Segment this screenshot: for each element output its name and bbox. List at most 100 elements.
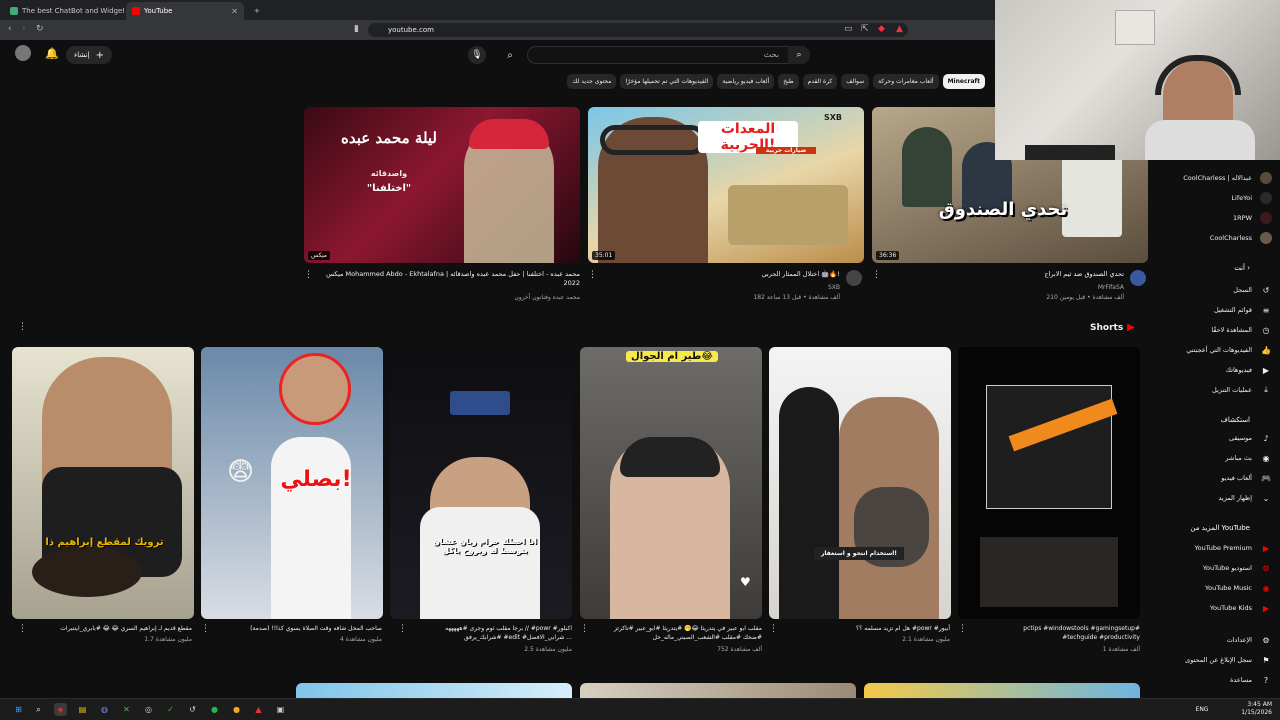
reload-icon[interactable]: ↻	[36, 24, 44, 34]
channel-avatar[interactable]	[1130, 270, 1146, 286]
sidebar-subscription[interactable]: 1RPW	[1233, 212, 1272, 224]
language-indicator[interactable]: ENG	[1190, 703, 1214, 716]
browser-app-icon[interactable]: ◈	[54, 703, 67, 716]
sidebar-item-gaming[interactable]: ألعاب فيديو 🎮	[1221, 472, 1272, 484]
sidebar-item-live[interactable]: بث مباشر ◉	[1225, 452, 1272, 464]
chip-chats[interactable]: سوالف	[841, 74, 870, 89]
short-title[interactable]: برجا مقلب ثوم وجرى #هههههه // #powr #اكب…	[422, 624, 572, 642]
search-icon[interactable]: ⌕	[32, 703, 45, 716]
video-channel[interactable]: SXB	[600, 283, 840, 292]
more-options-icon[interactable]: ⋮	[304, 270, 313, 280]
sidebar-subscription[interactable]: LifeYoi	[1231, 192, 1272, 204]
sidebar-item-your-videos[interactable]: فيديوهاتك ▶	[1226, 364, 1272, 376]
chip-sports-games[interactable]: ألعاب فيديو رياضية	[717, 74, 775, 89]
chip-cooking[interactable]: طبخ	[778, 74, 799, 89]
create-button[interactable]: إنشاء +	[66, 46, 112, 64]
cast-icon[interactable]: ▭	[844, 24, 853, 34]
sidebar-item-playlists[interactable]: قوائم التشغيل ≡	[1214, 304, 1272, 316]
obs-icon[interactable]: ◎	[142, 703, 155, 716]
short-title[interactable]: هل ام تزيد مسلمه ؟؟ #powr #أبيور	[800, 624, 950, 633]
app-icon[interactable]: ●	[230, 703, 243, 716]
sidebar-item-premium[interactable]: YouTube Premium ▶	[1195, 542, 1272, 554]
new-tab-button[interactable]: +	[248, 2, 264, 20]
you-heading[interactable]: أنت ›	[1234, 264, 1250, 272]
channel-avatar[interactable]	[846, 270, 862, 286]
more-options-icon[interactable]: ⋮	[588, 270, 597, 280]
sidebar-item-studio[interactable]: YouTube استوديو ⚙	[1203, 562, 1272, 574]
short-thumbnail[interactable]: انا احطك حرام زيان عشان يتوسط له ويروح ي…	[390, 347, 572, 619]
short-thumbnail[interactable]: ترويك لمقطع إبراهيم ذا	[12, 347, 194, 619]
browser-tab-chatbot[interactable]: The best ChatBot and Widgets for K	[4, 2, 124, 20]
app-icon[interactable]: ✓	[164, 703, 177, 716]
short-title[interactable]: صاحب المحل شافه وقت الصلاة يسوي كذا!! (ص…	[232, 624, 382, 633]
short-title[interactable]: مقلب ابو عبير في يتدريثا 😂🫢 #يتدريثا #اب…	[612, 624, 762, 642]
video-channel[interactable]: محمد عبده وفنانون آخرون	[318, 293, 580, 302]
discord-icon[interactable]: ◍	[98, 703, 111, 716]
video-thumbnail[interactable]: المعدات الحربية! SXB ضيارات حربية 35:01	[588, 107, 864, 263]
more-options-icon[interactable]: ⋮	[201, 624, 210, 634]
short-title[interactable]: مقطع قديم لـ إبراهيم السري 😂 😂 #بابري_اي…	[42, 624, 192, 633]
sidebar-item-music[interactable]: موسيقى ♪	[1229, 432, 1272, 444]
video-title[interactable]: تحدي الصندوق ضد ثيم الابراج	[884, 270, 1124, 279]
sidebar-item-history[interactable]: السجل ↺	[1233, 284, 1272, 296]
bookmark-icon[interactable]: ▮	[354, 24, 359, 34]
short-thumbnail[interactable]: 😨 بصلي!	[201, 347, 383, 619]
sidebar-item-show-more[interactable]: إظهار المزيد ⌄	[1218, 492, 1272, 504]
avatar[interactable]	[15, 45, 31, 61]
chip-new-to-you[interactable]: محتوى جديد لك	[567, 74, 617, 89]
share-icon[interactable]: ⇱	[861, 24, 869, 34]
notifications-bell-icon[interactable]: 🔔	[45, 47, 59, 60]
search-button[interactable]: ⌕	[788, 46, 810, 64]
short-thumbnail[interactable]: طير ام الجوال😂 ♥	[580, 347, 762, 619]
sidebar-item-settings[interactable]: الإعدادات ⚙	[1227, 634, 1272, 646]
sidebar-item-report-history[interactable]: سجل الإبلاغ عن المحتوى ⚑	[1185, 654, 1272, 666]
chip-football[interactable]: كرة القدم	[802, 74, 838, 89]
close-tab-icon[interactable]: ✕	[231, 7, 238, 16]
short-thumbnail[interactable]	[958, 347, 1140, 619]
profile-alert-icon[interactable]: ▲	[896, 24, 903, 34]
search-input[interactable]: بحث	[527, 46, 810, 64]
file-explorer-icon[interactable]: ▤	[76, 703, 89, 716]
sidebar-subscription[interactable]: CoolCharless | عبدالاله	[1183, 172, 1272, 184]
chip-recently-uploaded[interactable]: الفيديوهات التي تم تحميلها مؤخرًا	[620, 74, 714, 89]
more-options-icon[interactable]: ⋮	[18, 624, 27, 634]
system-clock[interactable]: 3:45 AM 1/15/2026	[1241, 701, 1272, 717]
sidebar-item-music-app[interactable]: YouTube Music ◉	[1205, 582, 1272, 594]
sidebar-item-label: السجل	[1233, 286, 1252, 294]
address-field[interactable]: youtube.com	[368, 23, 908, 37]
sidebar-subscription[interactable]: CoolCharless	[1210, 232, 1272, 244]
voice-search-mic-icon[interactable]: 🎙	[468, 46, 486, 64]
sidebar-item-liked[interactable]: الفيديوهات التي أعجبتني 👍	[1186, 344, 1272, 356]
forward-icon[interactable]: ›	[22, 24, 26, 34]
chip-minecraft[interactable]: Minecraft	[942, 74, 985, 89]
app-icon[interactable]: ▣	[274, 703, 287, 716]
xbox-icon[interactable]: ✕	[120, 703, 133, 716]
more-options-icon[interactable]: ⋮	[872, 270, 881, 280]
shorts-more-options-icon[interactable]: ⋮	[18, 322, 27, 332]
more-options-icon[interactable]: ⋮	[769, 624, 778, 634]
windows-start-icon[interactable]: ⊞	[12, 703, 25, 716]
video-title[interactable]: اختلال الممثار الحربي 🤖🔥!	[600, 270, 840, 279]
more-options-icon[interactable]: ⋮	[398, 624, 407, 634]
spotify-icon[interactable]: ●	[208, 703, 221, 716]
sidebar-item-watch-later[interactable]: المشاهدة لاحقًا ◷	[1211, 324, 1272, 336]
more-options-icon[interactable]: ⋮	[958, 624, 967, 634]
video-thumbnail[interactable]: ليلة محمد عبده واصدقائه "اختلفنا" ميكس	[304, 107, 580, 263]
app-icon[interactable]: ↺	[186, 703, 199, 716]
app-icon[interactable]: ▲	[252, 703, 265, 716]
sidebar-item-downloads[interactable]: عمليات التنزيل ⤓	[1212, 384, 1272, 396]
short-title[interactable]: pctips #windowstools #gamingsetup# #tech…	[990, 624, 1140, 642]
video-thumbnail[interactable]	[296, 683, 572, 698]
video-thumbnail[interactable]	[580, 683, 856, 698]
video-title[interactable]: ميكس Mohammed Abdo - Ekhtalafna | محمد ع…	[318, 270, 580, 288]
chip-action-adventure[interactable]: ألعاب مغامرات وحركة	[873, 74, 939, 89]
more-options-icon[interactable]: ⋮	[580, 624, 589, 634]
browser-tab-youtube[interactable]: YouTube ✕	[126, 2, 244, 20]
short-thumbnail[interactable]: استخدام انتحو و استغفار!	[769, 347, 951, 619]
back-icon[interactable]: ‹	[8, 24, 12, 34]
video-thumbnail[interactable]	[864, 683, 1140, 698]
sidebar-item-help[interactable]: مساعدة?	[1230, 674, 1272, 686]
sidebar-item-kids[interactable]: YouTube Kids ▶	[1210, 602, 1272, 614]
video-channel[interactable]: MrFifaSA	[884, 283, 1124, 292]
extension-icon[interactable]: ◆	[878, 24, 885, 34]
